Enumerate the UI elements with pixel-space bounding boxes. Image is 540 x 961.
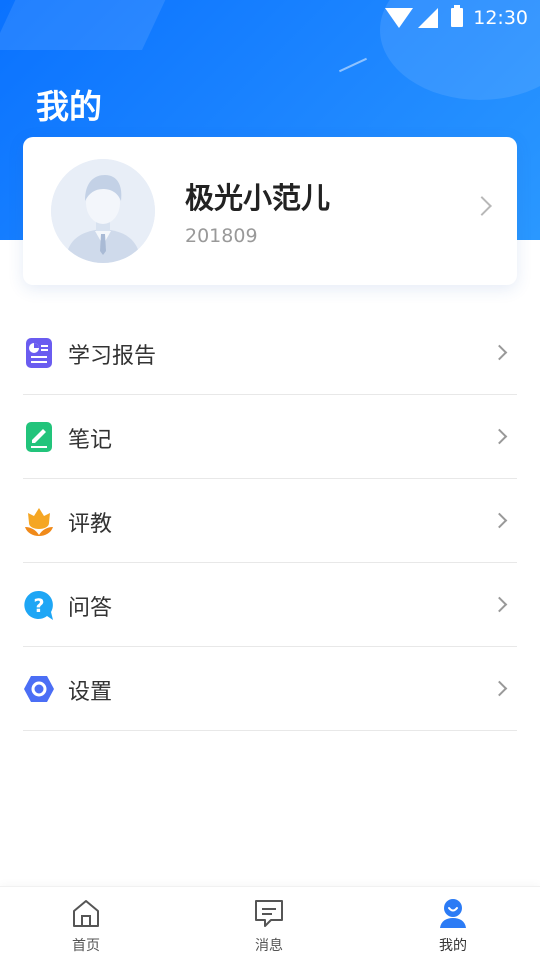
page-title: 我的 xyxy=(36,87,102,126)
profile-name: 极光小范儿 xyxy=(185,181,331,215)
menu-item-qa[interactable]: ? 问答 xyxy=(23,563,517,647)
tab-mine[interactable]: 我的 xyxy=(393,887,513,961)
chevron-right-icon xyxy=(491,428,508,445)
chevron-right-icon xyxy=(491,344,508,361)
profile-card[interactable]: 极光小范儿 201809 xyxy=(23,137,517,285)
tab-messages[interactable]: 消息 xyxy=(209,887,329,961)
svg-text:?: ? xyxy=(33,595,44,617)
chevron-right-icon xyxy=(472,196,492,216)
decoration-line xyxy=(338,57,368,73)
menu-item-label: 评教 xyxy=(68,512,113,537)
settings-hexagon-icon xyxy=(24,676,54,702)
menu-item-label: 学习报告 xyxy=(68,344,157,369)
message-icon xyxy=(255,900,283,927)
menu-list: 学习报告 笔记 评教 ? 问答 设置 xyxy=(23,311,517,731)
note-icon xyxy=(26,422,52,452)
tab-label: 首页 xyxy=(72,938,100,954)
wifi-icon xyxy=(385,8,413,28)
menu-item-label: 笔记 xyxy=(68,428,113,453)
menu-item-label: 设置 xyxy=(68,680,113,705)
user-icon xyxy=(440,899,466,928)
signal-icon xyxy=(418,8,438,28)
question-icon: ? xyxy=(24,590,53,620)
avatar xyxy=(51,159,155,263)
tab-label: 消息 xyxy=(255,938,283,954)
evaluate-flower-icon xyxy=(25,508,53,536)
report-icon xyxy=(26,338,52,368)
profile-id: 201809 xyxy=(185,225,258,247)
chevron-right-icon xyxy=(491,680,508,697)
menu-item-study-report[interactable]: 学习报告 xyxy=(23,311,517,395)
menu-item-notes[interactable]: 笔记 xyxy=(23,395,517,479)
menu-item-label: 问答 xyxy=(68,596,113,621)
bottom-tab-bar: 首页 消息 我的 xyxy=(0,886,540,961)
tab-label: 我的 xyxy=(439,938,467,954)
battery-icon xyxy=(451,5,463,27)
chevron-right-icon xyxy=(491,596,508,613)
home-icon xyxy=(73,900,99,927)
tab-home[interactable]: 首页 xyxy=(26,887,146,961)
status-bar: 12:30 xyxy=(0,0,540,36)
chevron-right-icon xyxy=(491,512,508,529)
menu-item-settings[interactable]: 设置 xyxy=(23,647,517,731)
menu-item-evaluate[interactable]: 评教 xyxy=(23,479,517,563)
status-time: 12:30 xyxy=(473,7,528,29)
